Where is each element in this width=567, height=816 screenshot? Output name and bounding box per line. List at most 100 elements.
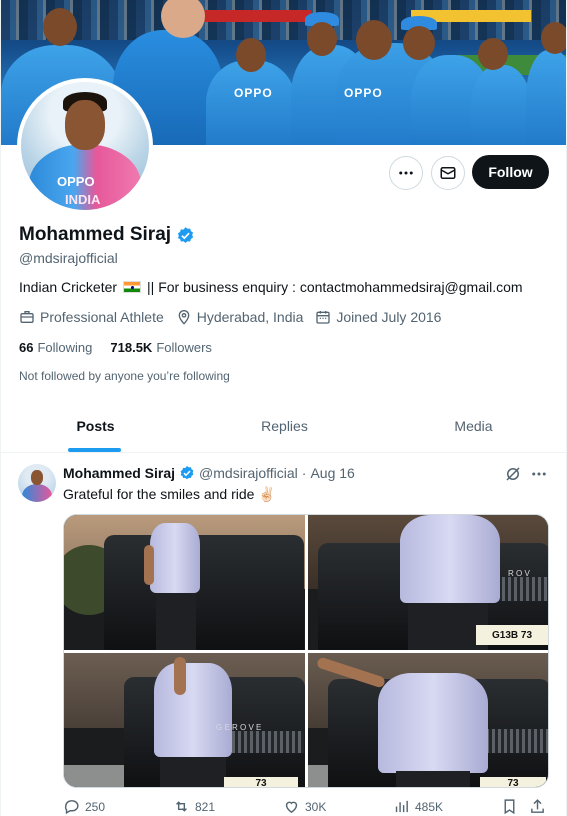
follow-button[interactable]: Follow bbox=[472, 155, 549, 189]
follow-counts: 66 Following 718.5K Followers bbox=[19, 340, 230, 355]
profile-name: Mohammed Siraj bbox=[19, 224, 172, 245]
profile-tabs: Posts Replies Media bbox=[1, 400, 566, 453]
grok-button[interactable] bbox=[504, 465, 522, 483]
views-count: 485K bbox=[415, 799, 444, 814]
message-button[interactable] bbox=[431, 156, 465, 190]
more-icon bbox=[399, 171, 413, 175]
post-separator: · bbox=[301, 465, 307, 481]
repost-button[interactable]: 821 bbox=[173, 798, 215, 815]
banner-player bbox=[526, 50, 566, 145]
like-icon bbox=[285, 801, 298, 814]
repost-count: 821 bbox=[195, 799, 216, 814]
profile-name-row: Mohammed Siraj bbox=[19, 224, 195, 246]
grok-icon bbox=[506, 467, 520, 481]
post-more-button[interactable] bbox=[530, 465, 548, 483]
photo-person-arm bbox=[144, 545, 154, 585]
photo-person-pants bbox=[396, 771, 470, 787]
profile-page: OPPO OPPO OPPO INDIA Follow Mohammed Sir… bbox=[0, 0, 567, 816]
post-photo[interactable]: 73 bbox=[308, 653, 548, 787]
bio-text: || For business enquiry : contactmohamme… bbox=[147, 279, 523, 295]
profile-avatar[interactable]: OPPO INDIA bbox=[17, 78, 153, 214]
like-button[interactable]: 30K bbox=[283, 798, 326, 815]
post-photo[interactable]: 73 G E R O V E bbox=[64, 653, 305, 787]
photo-car-badge: R O V bbox=[508, 569, 530, 578]
profile-meta: Professional Athlete Hyderabad, India Jo… bbox=[19, 309, 453, 325]
post-media-grid: G13B 73 R O V 73 G E R O V E 73 bbox=[63, 514, 549, 788]
post-photo[interactable] bbox=[64, 515, 305, 650]
banner-sponsor-text: OPPO bbox=[234, 86, 273, 100]
photo-person-shirt bbox=[378, 673, 488, 773]
banner-player-head bbox=[236, 38, 266, 72]
more-icon bbox=[532, 472, 546, 476]
banner-sponsor-text: OPPO bbox=[344, 86, 383, 100]
views-icon bbox=[395, 800, 408, 813]
post-author-name[interactable]: Mohammed Siraj bbox=[63, 465, 175, 481]
joined-text: Joined July 2016 bbox=[336, 309, 442, 325]
verified-badge-icon[interactable] bbox=[176, 226, 195, 245]
post-actions: 250 821 30K 485K bbox=[63, 798, 549, 816]
photo-person-shirt bbox=[400, 515, 500, 603]
photo-car bbox=[104, 535, 304, 650]
photo-person-shirt bbox=[154, 663, 232, 757]
profile-category: Professional Athlete bbox=[19, 309, 164, 325]
tab-replies[interactable]: Replies bbox=[190, 400, 379, 452]
profile-joined: Joined July 2016 bbox=[315, 309, 441, 325]
india-flag-icon bbox=[123, 281, 142, 293]
like-count: 30K bbox=[305, 799, 327, 814]
avatar-face bbox=[65, 100, 105, 150]
followers-link[interactable]: 718.5K Followers bbox=[110, 340, 212, 355]
tab-posts[interactable]: Posts bbox=[1, 400, 190, 452]
banner-player-head bbox=[307, 22, 337, 56]
following-count: 66 bbox=[19, 340, 34, 355]
reply-button[interactable]: 250 bbox=[63, 798, 105, 815]
photo-person-arm bbox=[174, 657, 186, 695]
tab-media[interactable]: Media bbox=[379, 400, 566, 452]
post-avatar-face bbox=[31, 470, 43, 485]
photo-car-plate: G13B 73 bbox=[476, 625, 548, 645]
banner-board bbox=[191, 10, 311, 22]
reply-count: 250 bbox=[85, 799, 106, 814]
banner-player-head bbox=[356, 20, 392, 60]
post-header: Mohammed Siraj @mdsirajofficial · Aug 16 bbox=[63, 465, 355, 481]
photo-car-badge: G E R O V E bbox=[216, 723, 262, 732]
active-tab-indicator bbox=[68, 448, 121, 452]
photo-person-pants bbox=[160, 757, 226, 787]
location-text: Hyderabad, India bbox=[196, 309, 304, 325]
banner-player-head bbox=[403, 26, 435, 60]
banner-player-head bbox=[478, 38, 508, 70]
banner-player bbox=[206, 60, 296, 145]
share-button[interactable] bbox=[529, 798, 546, 815]
followers-label: Followers bbox=[156, 340, 212, 355]
verified-badge-icon[interactable] bbox=[179, 465, 195, 481]
repost-icon bbox=[176, 801, 187, 812]
photo-person-shirt bbox=[150, 523, 200, 593]
post-author-avatar[interactable] bbox=[18, 464, 56, 502]
profile-bio: Indian Cricketer || For business enquiry… bbox=[19, 279, 523, 295]
share-icon bbox=[531, 799, 544, 813]
bookmark-icon bbox=[504, 799, 515, 815]
calendar-icon bbox=[316, 311, 331, 324]
category-text: Professional Athlete bbox=[40, 309, 164, 325]
more-button[interactable] bbox=[389, 156, 423, 190]
followers-count: 718.5K bbox=[110, 340, 153, 355]
photo-person-pants bbox=[156, 593, 196, 650]
following-link[interactable]: 66 Following bbox=[19, 340, 92, 355]
banner-player-head bbox=[541, 22, 566, 54]
reply-icon bbox=[64, 800, 79, 815]
post-text: Grateful for the smiles and ride ✌🏻 bbox=[63, 486, 276, 502]
bookmark-button[interactable] bbox=[501, 798, 518, 815]
views-button[interactable]: 485K bbox=[393, 798, 443, 815]
post-avatar-jersey bbox=[22, 484, 52, 502]
avatar-image: OPPO INDIA bbox=[21, 82, 149, 210]
post-photo[interactable]: G13B 73 R O V bbox=[308, 515, 548, 650]
briefcase-icon bbox=[20, 311, 34, 323]
not-followed-text: Not followed by anyone you’re following bbox=[19, 369, 230, 383]
following-label: Following bbox=[37, 340, 93, 355]
banner-player-head bbox=[43, 8, 77, 46]
post-author-handle[interactable]: @mdsirajofficial bbox=[199, 465, 298, 481]
avatar-jersey-text: OPPO bbox=[57, 174, 95, 189]
banner-player bbox=[471, 65, 531, 145]
post-date[interactable]: Aug 16 bbox=[310, 465, 354, 481]
photo-car-plate: 73 bbox=[224, 777, 298, 787]
message-icon bbox=[440, 167, 456, 179]
